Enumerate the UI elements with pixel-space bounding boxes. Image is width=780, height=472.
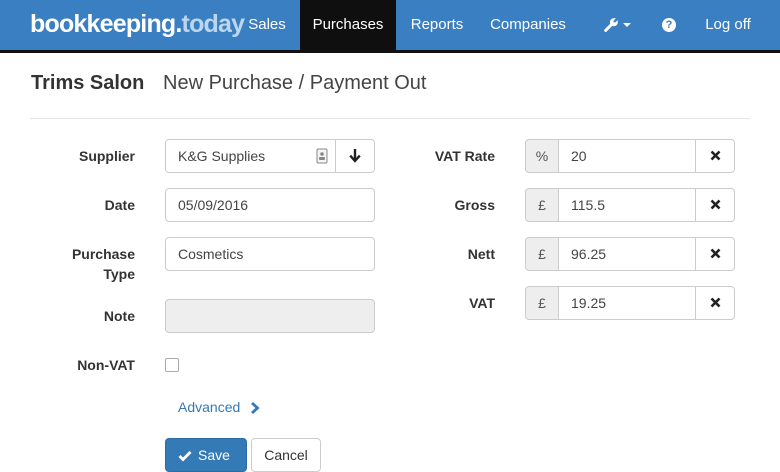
gross-label: Gross	[454, 197, 495, 213]
purchase-type-value: Cosmetics	[178, 246, 244, 262]
nett-clear-button[interactable]	[695, 237, 735, 271]
purchase-type-label-line1: Purchase	[71, 246, 135, 262]
clear-x-icon	[710, 150, 720, 161]
nonvat-label: Non-VAT	[77, 357, 135, 373]
date-input[interactable]: 05/09/2016	[165, 188, 375, 222]
purchase-type-label-line2: Type	[103, 266, 135, 282]
advanced-link-label: Advanced	[178, 399, 241, 415]
vat-input[interactable]: 19.25	[558, 286, 696, 320]
header-divider	[30, 118, 750, 119]
nav-sales[interactable]: Sales	[236, 0, 298, 50]
nav-tools-dropdown[interactable]	[592, 0, 642, 50]
clear-x-icon	[710, 199, 720, 210]
clear-x-icon	[710, 297, 720, 308]
gross-addon: £	[525, 188, 559, 222]
gross-value: 115.5	[571, 197, 605, 213]
arrow-down-icon	[349, 148, 361, 163]
supplier-input[interactable]: K&G Supplies	[165, 139, 336, 173]
date-value: 05/09/2016	[178, 197, 249, 213]
nett-value: 96.25	[571, 246, 607, 262]
cancel-button[interactable]: Cancel	[251, 438, 321, 472]
vat-rate-clear-button[interactable]	[695, 139, 735, 173]
vat-label: VAT	[469, 295, 495, 311]
date-label: Date	[104, 197, 135, 213]
caret-down-icon	[623, 23, 631, 28]
vat-rate-label: VAT Rate	[434, 148, 495, 164]
vat-value: 19.25	[571, 295, 607, 311]
note-label: Note	[103, 308, 135, 324]
brand-logo[interactable]: bookkeeping.today	[30, 9, 245, 39]
page-title: New Purchase / Payment Out	[163, 72, 427, 94]
wrench-icon	[604, 18, 618, 32]
nav-companies[interactable]: Companies	[478, 0, 578, 50]
vat-rate-addon: %	[525, 139, 559, 173]
nav-purchases[interactable]: Purchases	[300, 0, 396, 50]
advanced-link[interactable]: Advanced	[178, 399, 260, 415]
gross-input[interactable]: 115.5	[558, 188, 696, 222]
purchase-type-label: Purchase Type	[60, 244, 135, 284]
top-navbar: bookkeeping.today Sales Purchases Report…	[0, 0, 780, 53]
contact-card-icon	[316, 148, 328, 164]
save-button-label: Save	[198, 447, 230, 463]
vat-rate-value: 20	[571, 148, 587, 164]
vat-addon: £	[525, 286, 559, 320]
check-icon	[178, 451, 192, 462]
supplier-dropdown-button[interactable]	[335, 139, 375, 173]
company-name: Trims Salon	[31, 72, 145, 94]
save-button[interactable]: Save	[165, 438, 247, 472]
nav-logoff[interactable]: Log off	[692, 0, 764, 50]
chevron-right-icon	[251, 402, 260, 415]
supplier-value: K&G Supplies	[178, 148, 266, 164]
nav-help[interactable]: ?	[650, 0, 688, 50]
nett-input[interactable]: 96.25	[558, 237, 696, 271]
nett-addon: £	[525, 237, 559, 271]
gross-clear-button[interactable]	[695, 188, 735, 222]
help-icon: ?	[662, 18, 676, 33]
supplier-label: Supplier	[78, 148, 135, 164]
nett-label: Nett	[467, 246, 495, 262]
nonvat-checkbox[interactable]	[165, 358, 179, 372]
note-input[interactable]	[165, 299, 375, 333]
vat-clear-button[interactable]	[695, 286, 735, 320]
vat-rate-input[interactable]: 20	[558, 139, 696, 173]
brand-part-bookkeeping: bookkeeping	[30, 10, 176, 38]
purchase-type-input[interactable]: Cosmetics	[165, 237, 375, 271]
nav-reports[interactable]: Reports	[398, 0, 476, 50]
clear-x-icon	[710, 248, 720, 259]
brand-part-today: today	[181, 10, 245, 38]
